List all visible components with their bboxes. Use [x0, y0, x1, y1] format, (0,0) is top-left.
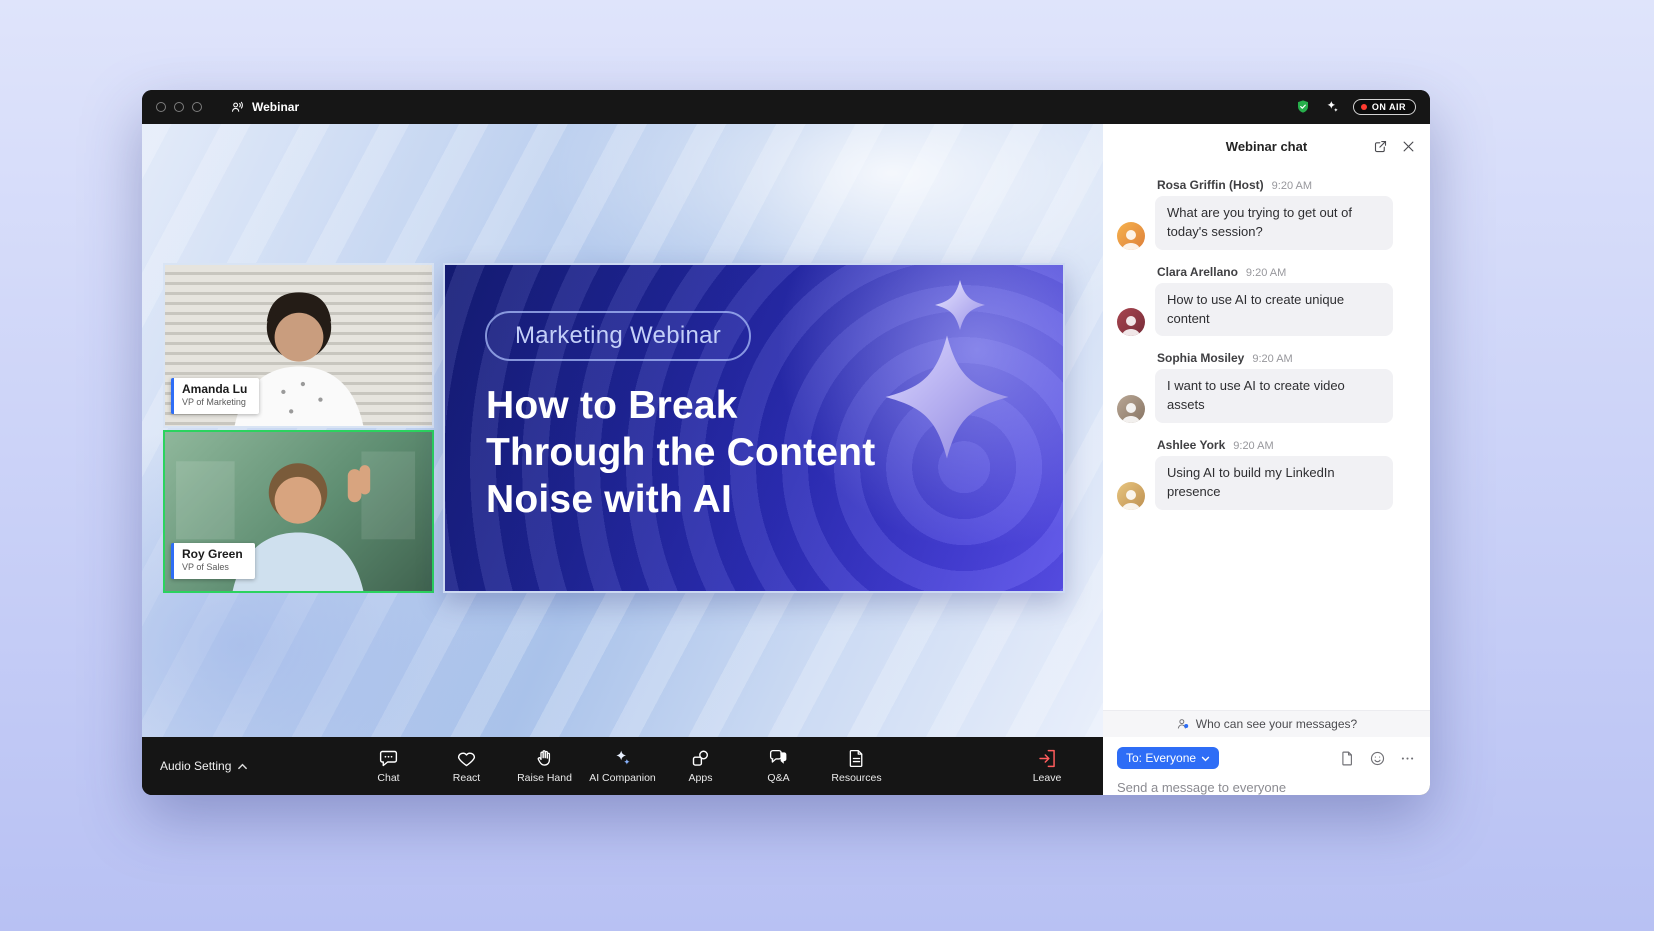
- resources-button[interactable]: Resources: [823, 748, 891, 784]
- security-shield-icon[interactable]: [1295, 99, 1311, 115]
- chat-message: Clara Arellano 9:20 AM How to use AI to …: [1117, 265, 1414, 337]
- window-zoom-button[interactable]: [192, 102, 202, 112]
- close-icon[interactable]: [1401, 139, 1416, 154]
- message-sender: Clara Arellano: [1157, 265, 1238, 279]
- more-options-icon[interactable]: [1399, 750, 1416, 767]
- message-bubble: Using AI to build my LinkedIn presence: [1155, 456, 1393, 510]
- qa-button[interactable]: Q&A: [745, 748, 813, 784]
- participant-name: Roy Green: [182, 547, 243, 562]
- person-silhouette-icon: [1117, 310, 1145, 336]
- raise-hand-button[interactable]: Raise Hand: [511, 748, 579, 784]
- ai-sparkle-icon[interactable]: [1324, 99, 1340, 115]
- participant-name: Amanda Lu: [182, 382, 247, 397]
- message-sender: Ashlee York: [1157, 438, 1225, 452]
- window-title: Webinar: [252, 100, 299, 114]
- avatar-ashlee: [1117, 482, 1145, 510]
- participant-role: VP of Marketing: [182, 397, 247, 409]
- avatar-sophia: [1117, 395, 1145, 423]
- chevron-up-icon: [237, 761, 248, 772]
- nametag-roy: Roy Green VP of Sales: [171, 543, 255, 579]
- chat-message-input[interactable]: [1117, 780, 1416, 795]
- video-tile-roy[interactable]: Roy Green VP of Sales: [163, 430, 434, 593]
- presentation-slide: Marketing Webinar How to Break Through t…: [443, 263, 1065, 593]
- message-bubble: I want to use AI to create video assets: [1155, 369, 1393, 423]
- chat-icon: [378, 748, 399, 769]
- chat-message: Ashlee York 9:20 AM Using AI to build my…: [1117, 438, 1414, 510]
- title-bar: Webinar ON AIR: [142, 90, 1430, 124]
- chat-message-list[interactable]: Rosa Griffin (Host) 9:20 AM What are you…: [1103, 168, 1430, 710]
- webinar-chat-panel: Webinar chat: [1103, 124, 1430, 795]
- raise-hand-icon: [534, 748, 555, 769]
- recipient-selector[interactable]: To: Everyone: [1117, 747, 1219, 769]
- message-bubble: How to use AI to create unique content: [1155, 283, 1393, 337]
- qa-icon: [768, 748, 789, 769]
- resources-icon: [846, 748, 867, 769]
- message-time: 9:20 AM: [1233, 440, 1273, 452]
- video-tile-amanda[interactable]: Amanda Lu VP of Marketing: [163, 263, 434, 428]
- message-sender: Rosa Griffin (Host): [1157, 178, 1264, 192]
- slide-sparkle-large: [883, 333, 1011, 461]
- message-bubble: What are you trying to get out of today'…: [1155, 196, 1393, 250]
- participant-role: VP of Sales: [182, 562, 243, 574]
- chat-message: Rosa Griffin (Host) 9:20 AM What are you…: [1117, 178, 1414, 250]
- avatar-rosa: [1117, 222, 1145, 250]
- audio-setting-button[interactable]: Audio Setting: [160, 759, 248, 773]
- message-sender: Sophia Mosiley: [1157, 351, 1244, 365]
- avatar-clara: [1117, 308, 1145, 336]
- react-button[interactable]: React: [433, 748, 501, 784]
- video-stage: Amanda Lu VP of Marketing: [142, 124, 1103, 737]
- message-time: 9:20 AM: [1246, 267, 1286, 279]
- slide-badge: Marketing Webinar: [485, 311, 751, 361]
- webinar-icon: [230, 100, 245, 115]
- person-silhouette-icon: [1117, 397, 1145, 423]
- chevron-down-icon: [1201, 754, 1210, 763]
- attach-file-icon[interactable]: [1339, 750, 1356, 767]
- app-title: Webinar: [230, 100, 299, 115]
- heart-icon: [456, 748, 477, 769]
- chat-button[interactable]: Chat: [355, 748, 423, 784]
- webinar-window: Webinar ON AIR: [142, 90, 1430, 795]
- window-minimize-button[interactable]: [174, 102, 184, 112]
- ai-companion-button[interactable]: AI Companion: [589, 748, 657, 784]
- nametag-amanda: Amanda Lu VP of Marketing: [171, 378, 259, 414]
- on-air-badge: ON AIR: [1353, 99, 1416, 115]
- person-silhouette-icon: [1117, 484, 1145, 510]
- chat-header: Webinar chat: [1103, 124, 1430, 168]
- message-time: 9:20 AM: [1252, 353, 1292, 365]
- chat-message: Sophia Mosiley 9:20 AM I want to use AI …: [1117, 351, 1414, 423]
- message-visibility-note[interactable]: Who can see your messages?: [1103, 710, 1430, 737]
- apps-icon: [690, 748, 711, 769]
- window-controls: [156, 102, 202, 112]
- window-close-button[interactable]: [156, 102, 166, 112]
- ai-companion-icon: [612, 748, 633, 769]
- chat-footer: Who can see your messages? To: Everyone: [1103, 710, 1430, 795]
- leave-button[interactable]: Leave: [1013, 748, 1081, 784]
- slide-title: How to Break Through the Content Noise w…: [486, 383, 875, 523]
- person-silhouette-icon: [1117, 224, 1145, 250]
- emoji-icon[interactable]: [1369, 750, 1386, 767]
- meeting-toolbar: Audio Setting Chat: [142, 737, 1103, 795]
- popout-icon[interactable]: [1373, 139, 1388, 154]
- leave-icon: [1037, 748, 1058, 769]
- on-air-dot: [1361, 104, 1367, 110]
- audience-icon: [1176, 717, 1190, 731]
- apps-button[interactable]: Apps: [667, 748, 735, 784]
- chat-title: Webinar chat: [1226, 139, 1307, 154]
- compose-row: To: Everyone: [1103, 737, 1430, 769]
- slide-sparkle-small: [934, 279, 986, 331]
- message-time: 9:20 AM: [1272, 180, 1312, 192]
